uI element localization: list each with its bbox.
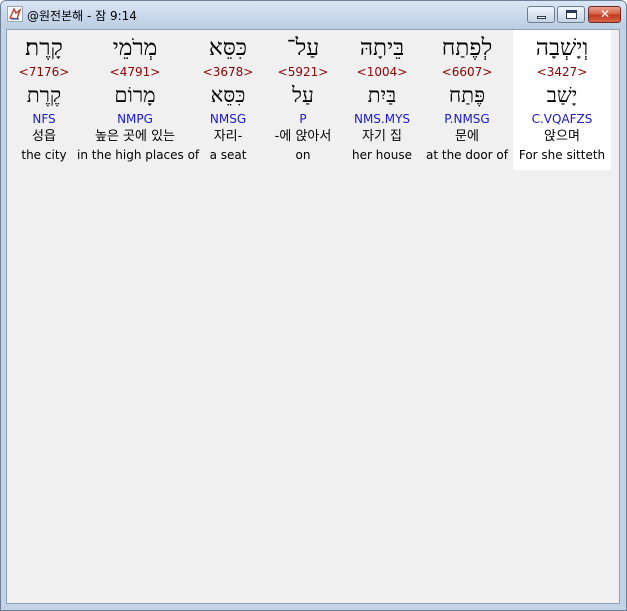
word-column-2[interactable]: לְפֶתַח <6607> פֶּתַח P.NMSG 문에 at the d… bbox=[421, 30, 513, 170]
app-logo-icon[interactable] bbox=[7, 6, 23, 22]
hebrew-word[interactable]: מְרֹמֵי bbox=[77, 32, 193, 64]
close-button[interactable]: ✕ bbox=[588, 6, 621, 23]
korean-gloss: 앉으며 bbox=[544, 129, 580, 144]
hebrew-word[interactable]: עַל־ bbox=[263, 32, 343, 64]
hebrew-word[interactable]: וְיָשְׁבָה bbox=[513, 32, 611, 64]
parsing-code[interactable]: P bbox=[263, 112, 343, 126]
strong-number[interactable]: <3427> bbox=[513, 65, 611, 79]
hebrew-word[interactable]: כִּסֵּא bbox=[193, 32, 263, 64]
strong-number[interactable]: <4791> bbox=[77, 65, 193, 79]
hebrew-lemma[interactable]: מָרוֹם bbox=[77, 80, 193, 110]
english-gloss: her house bbox=[352, 148, 412, 162]
hebrew-lemma[interactable]: כִּסֵּא bbox=[193, 80, 263, 110]
parsing-code[interactable]: NFS bbox=[11, 112, 77, 126]
parsing-code[interactable]: P.NMSG bbox=[421, 112, 513, 126]
hebrew-lemma[interactable]: בַּיִת bbox=[343, 80, 421, 110]
title-bar[interactable]: @원전본해 - 잠 9:14 ✕ bbox=[1, 1, 626, 29]
close-icon: ✕ bbox=[599, 7, 611, 21]
hebrew-word[interactable]: לְפֶתַח bbox=[421, 32, 513, 64]
app-window: @원전본해 - 잠 9:14 ✕ וְיָשְׁבָה <3427> יָשַׁ… bbox=[0, 0, 627, 611]
hebrew-lemma[interactable]: קֶרֶת bbox=[11, 80, 77, 110]
english-gloss: For she sitteth bbox=[518, 148, 606, 162]
strong-number[interactable]: <3678> bbox=[193, 65, 263, 79]
maximize-icon bbox=[566, 10, 577, 19]
strong-number[interactable]: <1004> bbox=[343, 65, 421, 79]
korean-gloss: 성읍 bbox=[32, 129, 56, 144]
word-column-4[interactable]: עַל־ <5921> עַל P -에 앉아서 on bbox=[263, 30, 343, 170]
minimize-button[interactable] bbox=[527, 6, 555, 23]
korean-gloss: 높은 곳에 있는 bbox=[94, 129, 176, 144]
english-gloss: a seat bbox=[209, 148, 247, 162]
parsing-code[interactable]: NMPG bbox=[77, 112, 193, 126]
korean-gloss: 자기 집 bbox=[361, 129, 402, 144]
strong-number[interactable]: <5921> bbox=[263, 65, 343, 79]
korean-gloss: 자리- bbox=[213, 129, 243, 144]
word-column-5[interactable]: כִּסֵּא <3678> כִּסֵּא NMSG 자리- a seat bbox=[193, 30, 263, 170]
hebrew-lemma[interactable]: פֶּתַח bbox=[421, 80, 513, 110]
hebrew-lemma[interactable]: יָשַׁב bbox=[513, 80, 611, 110]
english-gloss: the city bbox=[21, 148, 67, 162]
korean-gloss: -에 앉아서 bbox=[274, 129, 332, 144]
hebrew-lemma[interactable]: עַל bbox=[263, 80, 343, 110]
parsing-code[interactable]: NMSG bbox=[193, 112, 263, 126]
hebrew-word[interactable]: בֵּיתָהּ bbox=[343, 32, 421, 64]
word-column-1[interactable]: וְיָשְׁבָה <3427> יָשַׁב C.VQAFZS 앉으며 Fo… bbox=[513, 30, 611, 170]
interlinear-view[interactable]: וְיָשְׁבָה <3427> יָשַׁב C.VQAFZS 앉으며 Fo… bbox=[6, 29, 620, 604]
verse-row: וְיָשְׁבָה <3427> יָשַׁב C.VQAFZS 앉으며 Fo… bbox=[7, 30, 619, 180]
minimize-icon bbox=[537, 16, 546, 19]
strong-number[interactable]: <7176> bbox=[11, 65, 77, 79]
strong-number[interactable]: <6607> bbox=[421, 65, 513, 79]
english-gloss: on bbox=[295, 148, 311, 162]
english-gloss: at the door of bbox=[426, 148, 508, 162]
korean-gloss: 문에 bbox=[455, 129, 479, 144]
maximize-button[interactable] bbox=[557, 6, 585, 23]
english-gloss: in the high places of bbox=[77, 148, 200, 162]
word-column-7[interactable]: קָרֶת׃ <7176> קֶרֶת NFS 성읍 the city bbox=[11, 30, 77, 170]
parsing-code[interactable]: NMS.MYS bbox=[343, 112, 421, 126]
word-column-6[interactable]: מְרֹמֵי <4791> מָרוֹם NMPG 높은 곳에 있는 in t… bbox=[77, 30, 200, 170]
parsing-code[interactable]: C.VQAFZS bbox=[513, 112, 611, 126]
window-title: @원전본해 - 잠 9:14 bbox=[27, 9, 137, 23]
hebrew-word[interactable]: קָרֶת׃ bbox=[11, 32, 77, 64]
word-column-3[interactable]: בֵּיתָהּ <1004> בַּיִת NMS.MYS 자기 집 her … bbox=[343, 30, 421, 170]
